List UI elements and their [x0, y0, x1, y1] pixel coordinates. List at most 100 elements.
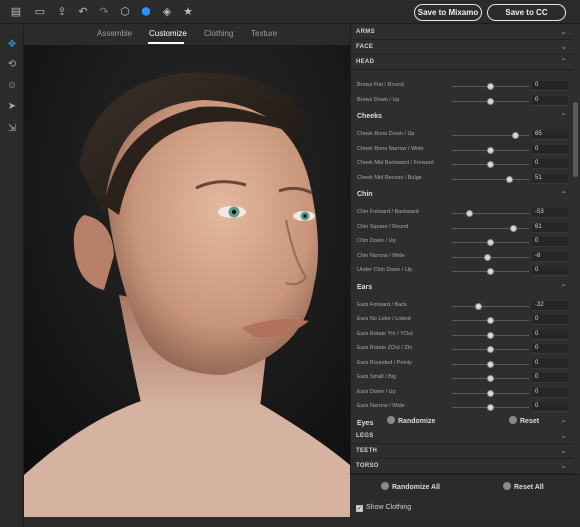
slider-thumb[interactable] — [487, 346, 494, 353]
slider-label: Ears Narrow / Wide — [357, 403, 405, 409]
slider-track[interactable] — [452, 227, 529, 229]
slider-thumb[interactable] — [483, 253, 491, 261]
select-tool-icon[interactable]: ➤ — [5, 100, 19, 114]
section-torso[interactable]: TORSO ⌄ — [351, 460, 573, 474]
slider-thumb[interactable] — [487, 331, 494, 339]
folder-icon[interactable]: ▭ — [33, 5, 47, 19]
slider-track[interactable] — [452, 178, 529, 180]
dice-icon — [387, 416, 395, 424]
slider-row-chin-down-up: Chin Down / Up 0 — [351, 235, 573, 249]
export-icon[interactable]: ⇪ — [55, 5, 69, 19]
slider-row-brows-down-up: Brows Down / Up 0 — [351, 94, 573, 108]
slider-row-chin-narrow-wide: Chin Narrow / Wide -8 — [351, 250, 573, 264]
tab-clothing[interactable]: Clothing — [204, 29, 233, 38]
randomize-all-label: Randomize All — [392, 484, 440, 491]
redo-icon[interactable]: ↷ — [97, 5, 111, 19]
slider-thumb[interactable] — [474, 302, 482, 310]
slider-row-ears-forward-back: Ears Forward / Back -32 — [351, 299, 573, 313]
slider-thumb[interactable] — [487, 239, 494, 246]
section-arms[interactable]: ARMS ⌄ — [351, 26, 573, 40]
slider-label: Ears Rotate ZOut / ZIn — [357, 345, 413, 351]
group-title: Eyes — [357, 419, 374, 427]
save-to-mixamo-button[interactable]: Save to Mixamo — [414, 4, 482, 21]
reset-button[interactable]: Reset — [509, 416, 539, 425]
mode-tabs: Assemble Customize Clothing Texture — [24, 25, 350, 45]
show-clothing-checkbox[interactable]: ✓ — [356, 505, 363, 512]
slider-track[interactable] — [452, 213, 529, 214]
slider-thumb[interactable] — [487, 97, 494, 105]
group-cheeks[interactable]: Cheeks ⌃ — [351, 110, 573, 126]
tool-rail: ✥ ⟲ ☺ ➤ ⇲ — [0, 25, 24, 527]
rotate-tool-icon[interactable]: ⟲ — [5, 58, 19, 72]
tab-customize[interactable]: Customize — [149, 29, 187, 38]
slider-label: Cheek Bone Narrow / Wide — [357, 145, 424, 152]
slider-thumb[interactable] — [487, 268, 494, 275]
slider-thumb[interactable] — [487, 317, 494, 324]
undo-icon[interactable]: ↶ — [76, 5, 90, 19]
slider-thumb[interactable] — [506, 175, 514, 183]
randomize-all-button[interactable]: Randomize All — [381, 482, 440, 491]
slider-thumb[interactable] — [511, 132, 519, 139]
slider-thumb[interactable] — [487, 146, 494, 154]
slider-track[interactable] — [452, 305, 529, 307]
slider-row-cheek-bone-narrow-wide: Cheek Bone Narrow / Wide 0 — [351, 143, 573, 157]
slider-label: Cheek Bone Down / Up — [357, 131, 415, 137]
tab-texture[interactable]: Texture — [251, 29, 277, 38]
slider-value: 0 — [535, 330, 539, 337]
dice-icon — [381, 482, 389, 490]
slider-thumb[interactable] — [487, 161, 494, 168]
slider-row-ears-no-lobe-lobed: Ears No Lobe / Lobed 0 — [351, 313, 573, 327]
reset-label: Reset — [520, 418, 540, 425]
chevron-up-icon: ⌃ — [560, 418, 567, 428]
shaded-cube-icon[interactable]: ⬢ — [139, 5, 153, 19]
reset-all-button[interactable]: Reset All — [503, 482, 544, 491]
section-legs[interactable]: LEGS ⌄ — [351, 430, 573, 444]
group-title: Chin — [357, 191, 373, 198]
slider-thumb[interactable] — [487, 404, 494, 411]
chevron-icon: ⌃ — [560, 57, 567, 66]
slider-label: Ears Rotate YIn / YOut — [357, 330, 413, 337]
move-tool-icon[interactable]: ✥ — [5, 38, 19, 52]
slider-value: -8 — [535, 252, 541, 259]
save-to-cc-libraries-button[interactable]: Save to CC Libraries — [487, 4, 566, 32]
cube-icon[interactable]: ⬡ — [118, 5, 132, 19]
randomize-button[interactable]: Randomize — [387, 416, 435, 425]
section-head[interactable]: HEAD ⌃ — [351, 56, 573, 70]
show-clothing-label: Show Clothing — [366, 504, 412, 511]
slider-row-ears-small-big: Ears Small / Big 0 — [351, 371, 573, 385]
group-chin[interactable]: Chin ⌃ — [351, 188, 573, 204]
slider-value: 0 — [535, 388, 539, 395]
slider-label: Brows Flat / Round — [357, 82, 404, 88]
slider-value: 0 — [535, 403, 539, 409]
slider-row-ears-rounded-pointy: Ears Rounded / Pointy 0 — [351, 357, 573, 371]
slider-label: Cheek Mid Backward / Forward — [357, 160, 434, 166]
tab-assemble[interactable]: Assemble — [97, 29, 132, 38]
slider-value: 0 — [535, 267, 539, 273]
slider-thumb[interactable] — [466, 210, 474, 217]
slider-thumb[interactable] — [487, 83, 494, 90]
slider-label: Ears Forward / Back — [357, 301, 407, 308]
panel-scrollbar[interactable] — [573, 102, 578, 177]
slider-thumb[interactable] — [510, 224, 518, 232]
slider-thumb[interactable] — [487, 360, 494, 368]
slider-value: 0 — [535, 145, 539, 152]
slider-thumb[interactable] — [487, 375, 494, 382]
slider-value: 0 — [535, 345, 539, 351]
menu-icon[interactable]: ▤ — [9, 5, 23, 19]
star-icon[interactable]: ★ — [181, 5, 195, 19]
top-toolbar: ▤ ▭ ⇪ ↶ ↷ ⬡ ⬢ ◈ ★ Save to Mixamo Save to… — [0, 0, 580, 32]
scale-tool-icon[interactable]: ⇲ — [5, 122, 19, 136]
slider-row-cheek-bone-down-up: Cheek Bone Down / Up 65 — [351, 128, 573, 142]
slider-row-chin-forward-backward: Chin Forward / Backward -53 — [351, 206, 573, 220]
section-face[interactable]: FACE ⌄ — [351, 41, 573, 55]
group-ears[interactable]: Ears ⌃ — [351, 281, 573, 297]
sphere-icon[interactable]: ◈ — [160, 5, 174, 19]
slider-label: Ears Down / Up — [357, 388, 396, 395]
slider-thumb[interactable] — [487, 389, 494, 397]
chevron-icon: ⌄ — [560, 461, 567, 470]
section-teeth[interactable]: TEETH ⌄ — [351, 445, 573, 459]
face-tool-icon[interactable]: ☺ — [5, 79, 19, 93]
section-label: TEETH — [356, 448, 378, 454]
3d-viewport[interactable] — [24, 45, 350, 517]
slider-label: Ears Rounded / Pointy — [357, 359, 413, 366]
